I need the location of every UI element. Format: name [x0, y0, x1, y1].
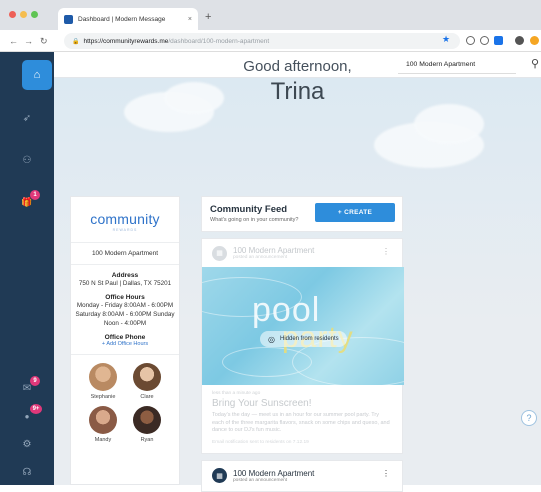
help-button[interactable]: ? — [521, 410, 537, 426]
post-author: 100 Modern Apartment — [233, 468, 315, 478]
staff-member[interactable]: Ryan — [125, 406, 169, 443]
new-tab-button[interactable]: + — [205, 12, 211, 23]
gift-badge: 1 — [30, 190, 40, 200]
post-image: pool party ◎ Hidden from residents — [202, 267, 404, 385]
browser-window: Dashboard | Modern Message × + ← → ↻ 🔒 h… — [0, 0, 541, 492]
post-meta: posted an announcement — [233, 255, 288, 260]
extension-icon-4[interactable] — [530, 36, 539, 45]
greeting: Good afternoon, Trina — [54, 58, 541, 106]
community-logo: community — [90, 211, 160, 227]
add-office-hours-link[interactable]: + Add Office Hours — [75, 341, 175, 347]
rocket-icon: ➶ — [22, 112, 32, 124]
tab-strip: Dashboard | Modern Message × + — [0, 0, 541, 30]
post-footer: Email notification sent to residents on … — [212, 439, 309, 445]
staff-member[interactable]: Clare — [125, 363, 169, 400]
feed-header: Community Feed What's going on in your c… — [201, 196, 403, 232]
back-icon[interactable]: ← — [9, 35, 18, 47]
hidden-from-residents-badge: ◎ Hidden from residents — [260, 331, 347, 347]
people-icon: ⚇ — [22, 154, 32, 166]
office-phone-label: Office Phone — [104, 334, 146, 341]
avatar — [89, 406, 117, 434]
greeting-line: Good afternoon, — [243, 58, 352, 75]
avatar — [89, 363, 117, 391]
post-time: less than a minute ago — [212, 391, 261, 396]
lock-icon: 🔒 — [72, 38, 80, 45]
feed-title: Community Feed — [210, 204, 288, 215]
more-options-icon[interactable]: ⋮ — [382, 469, 390, 478]
staff-name: Ryan — [140, 437, 154, 443]
property-name-section: 100 Modern Apartment — [71, 242, 179, 264]
messages-badge: 9 — [30, 376, 40, 386]
sidebar-item-rocket[interactable]: ➶ — [0, 100, 54, 136]
profile-icon[interactable] — [515, 36, 524, 45]
post-header: ▦ 100 Modern Apartment posted an announc… — [202, 239, 402, 267]
staff-list: Stephanie Clare Mandy Ryan — [71, 354, 179, 451]
sidebar: ⌂ ➶ ⚇ 🎁 1 ✉ 9 ● 9+ ⚙ ☊ — [0, 52, 54, 485]
avatar — [133, 363, 161, 391]
post-title: Bring Your Sunscreen! — [212, 398, 312, 409]
hidden-label: Hidden from residents — [279, 336, 339, 342]
office-hours-label: Office Hours — [105, 294, 145, 301]
extension-icon-2[interactable] — [480, 36, 489, 45]
staff-member[interactable]: Stephanie — [81, 363, 125, 400]
office-hours-text: Monday - Friday 8:00AM - 6:00PM Saturday… — [75, 302, 175, 327]
post-text: Today's the day — meet us in an hour for… — [212, 412, 390, 433]
browser-toolbar: ← → ↻ 🔒 https://communityrewards.me/dash… — [0, 30, 541, 52]
community-logo-sub: REWARDS — [112, 228, 138, 232]
post-meta: posted an announcement — [233, 477, 288, 483]
reload-icon[interactable]: ↻ — [40, 35, 48, 47]
bookmark-star-icon[interactable]: ★ — [442, 34, 451, 44]
favicon-icon — [64, 14, 73, 24]
notifications-badge: 9+ — [30, 404, 42, 414]
staff-member[interactable]: Mandy — [81, 406, 125, 443]
property-card: community REWARDS 100 Modern Apartment A… — [70, 196, 180, 485]
address-label: Address — [111, 272, 139, 279]
cloud-decoration — [414, 104, 484, 144]
minimize-window-icon[interactable] — [20, 11, 27, 18]
post-author: 100 Modern Apartment — [233, 246, 315, 255]
sidebar-item-gift[interactable]: 🎁 1 — [0, 184, 54, 220]
feed-post[interactable]: ▦ 100 Modern Apartment posted an announc… — [201, 238, 404, 454]
close-window-icon[interactable] — [9, 11, 16, 18]
staff-name: Mandy — [94, 437, 112, 443]
greeting-name: Trina — [270, 78, 325, 105]
headset-icon: ☊ — [22, 466, 32, 478]
avatar — [133, 406, 161, 434]
property-name: 100 Modern Apartment — [91, 250, 159, 257]
url-path: /dashboard/100-modern-apartment — [168, 37, 270, 45]
notifications-icon: ● — [24, 411, 30, 421]
messages-icon: ✉ — [22, 382, 32, 394]
tab-title: Dashboard | Modern Message — [78, 15, 166, 23]
more-options-icon[interactable]: ⋮ — [382, 248, 390, 256]
url-host: https://communityrewards.me — [83, 37, 169, 45]
browser-tab[interactable]: Dashboard | Modern Message × — [58, 8, 198, 30]
building-icon: ▦ — [212, 245, 227, 261]
create-button[interactable]: + CREATE — [315, 203, 395, 222]
maximize-window-icon[interactable] — [31, 11, 38, 18]
property-details: Address 750 N St Paul | Dallas, TX 75201… — [71, 264, 179, 354]
post-header: ▦ 100 Modern Apartment posted an announc… — [202, 461, 402, 491]
gear-icon: ⚙ — [22, 438, 32, 450]
staff-name: Clare — [140, 394, 154, 400]
feed-post[interactable]: ▦ 100 Modern Apartment posted an announc… — [201, 459, 403, 492]
staff-name: Stephanie — [90, 394, 116, 400]
address-text: 750 N St Paul | Dallas, TX 75201 — [78, 280, 172, 287]
sidebar-item-home[interactable]: ⌂ — [22, 60, 52, 90]
address-bar[interactable]: 🔒 https://communityrewards.me/dashboard/… — [64, 33, 460, 49]
eye-slash-icon: ◎ — [268, 334, 275, 344]
extension-icon[interactable] — [466, 36, 475, 45]
post-body: less than a minute ago Bring Your Sunscr… — [202, 385, 402, 453]
home-icon: ⌂ — [33, 69, 41, 81]
sidebar-item-support[interactable]: ☊ — [0, 454, 54, 485]
extension-icon-3[interactable] — [494, 36, 503, 45]
feed-subtitle: What's going on in your community? — [210, 217, 299, 223]
building-icon: ▦ — [212, 468, 227, 483]
community-feed: Community Feed What's going on in your c… — [201, 196, 404, 492]
sidebar-item-people[interactable]: ⚇ — [0, 142, 54, 178]
forward-icon[interactable]: → — [24, 35, 33, 47]
tab-close-icon[interactable]: × — [188, 16, 192, 23]
